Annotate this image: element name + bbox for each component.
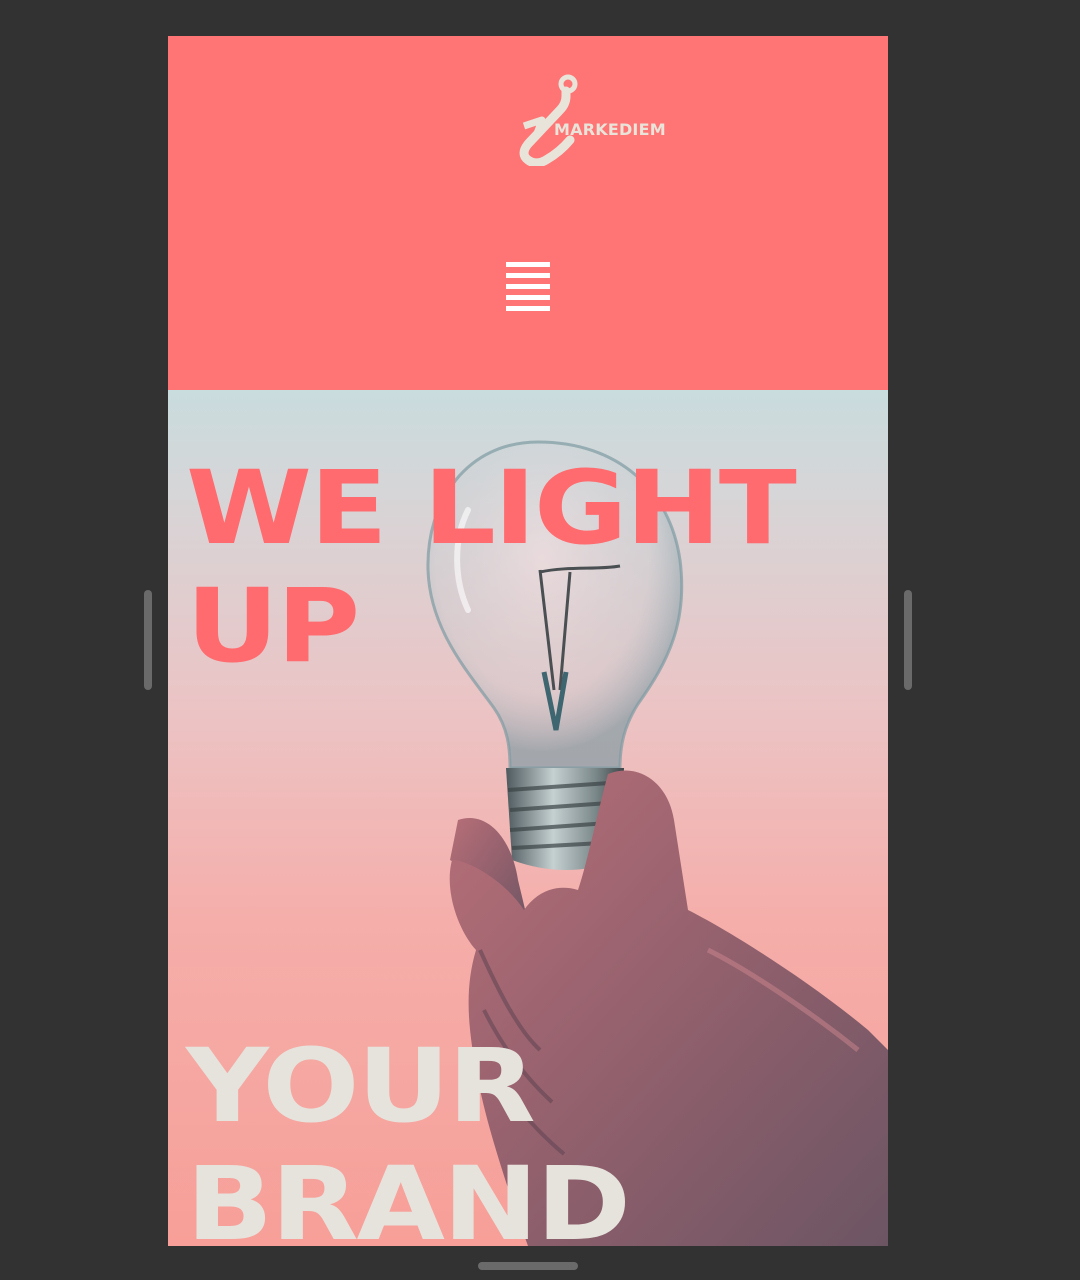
hamburger-menu-icon[interactable] bbox=[502, 258, 554, 314]
device-viewport: MARKEDIEM WE LIGHT UP YOUR BRAND bbox=[168, 36, 888, 1246]
bottom-resize-handle[interactable] bbox=[478, 1262, 578, 1270]
headline-top: WE LIGHT UP bbox=[186, 449, 797, 686]
hero-section: WE LIGHT UP YOUR BRAND bbox=[168, 390, 888, 1246]
headline-bottom: YOUR BRAND bbox=[186, 1027, 631, 1247]
right-resize-handle[interactable] bbox=[904, 590, 912, 690]
brand-name[interactable]: MARKEDIEM bbox=[554, 120, 666, 139]
left-resize-handle[interactable] bbox=[144, 590, 152, 690]
site-header: MARKEDIEM bbox=[168, 36, 888, 390]
